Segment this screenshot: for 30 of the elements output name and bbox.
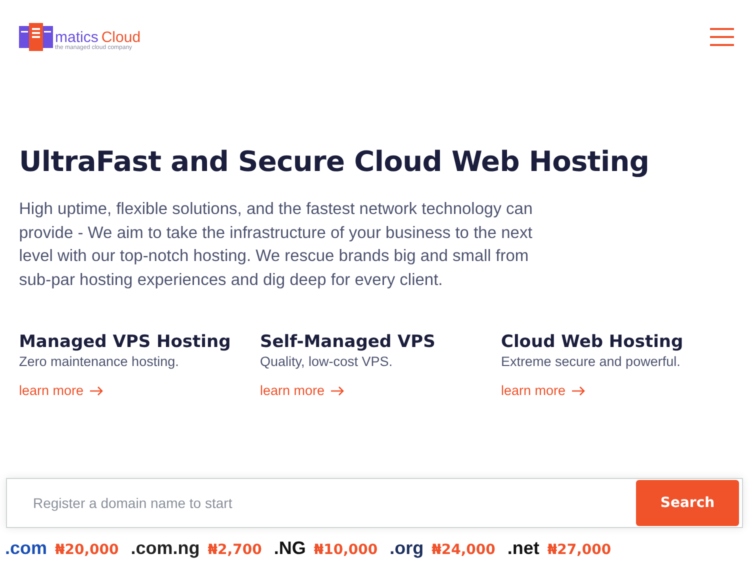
learn-more-link[interactable]: learn more (501, 383, 586, 398)
domain-extension: .net (507, 538, 540, 559)
service-subtitle: Extreme secure and powerful. (501, 354, 680, 369)
service-subtitle: Zero maintenance hosting. (19, 354, 179, 369)
service-title: Self-Managed VPS (260, 332, 436, 352)
domain-extension: .org (390, 538, 424, 559)
domain-price: ₦2,700 (208, 542, 262, 558)
domain-extension: .com.ng (130, 538, 200, 559)
service-title: Cloud Web Hosting (501, 332, 684, 352)
service-subtitle: Quality, low-cost VPS. (260, 354, 393, 369)
domain-extension: .com (5, 538, 48, 559)
search-button[interactable]: Search (636, 480, 739, 526)
arrow-icon (572, 386, 586, 396)
domain-price: ₦27,000 (547, 542, 612, 558)
logo-icon (19, 23, 53, 51)
menu-icon[interactable] (710, 28, 734, 46)
hero-title: UltraFast and Secure Cloud Web Hosting (19, 145, 650, 178)
learn-more-link[interactable]: learn more (19, 383, 104, 398)
domain-price: ₦10,000 (314, 542, 378, 558)
arrow-icon (330, 386, 345, 396)
domain-extension: .NG (274, 538, 306, 559)
domain-price: ₦24,000 (432, 542, 496, 558)
logo-word: matics (55, 30, 98, 45)
logo-word: Cloud (101, 30, 141, 45)
domain-price: ₦20,000 (55, 542, 119, 558)
domain-search-field[interactable]: Register a domain name to start Search (6, 478, 743, 528)
arrow-icon (90, 386, 104, 396)
hero-description: High uptime, flexible solutions, and the fastest network technology can provide - We aim to take the infrastructure of your business to the next level with our top-notch hosting. We rescue brands big and small from sub-par hosting experiences and dig deep for every client. (19, 199, 534, 290)
service-title: Managed VPS Hosting (19, 332, 231, 352)
learn-more-link[interactable]: learn more (260, 383, 345, 398)
